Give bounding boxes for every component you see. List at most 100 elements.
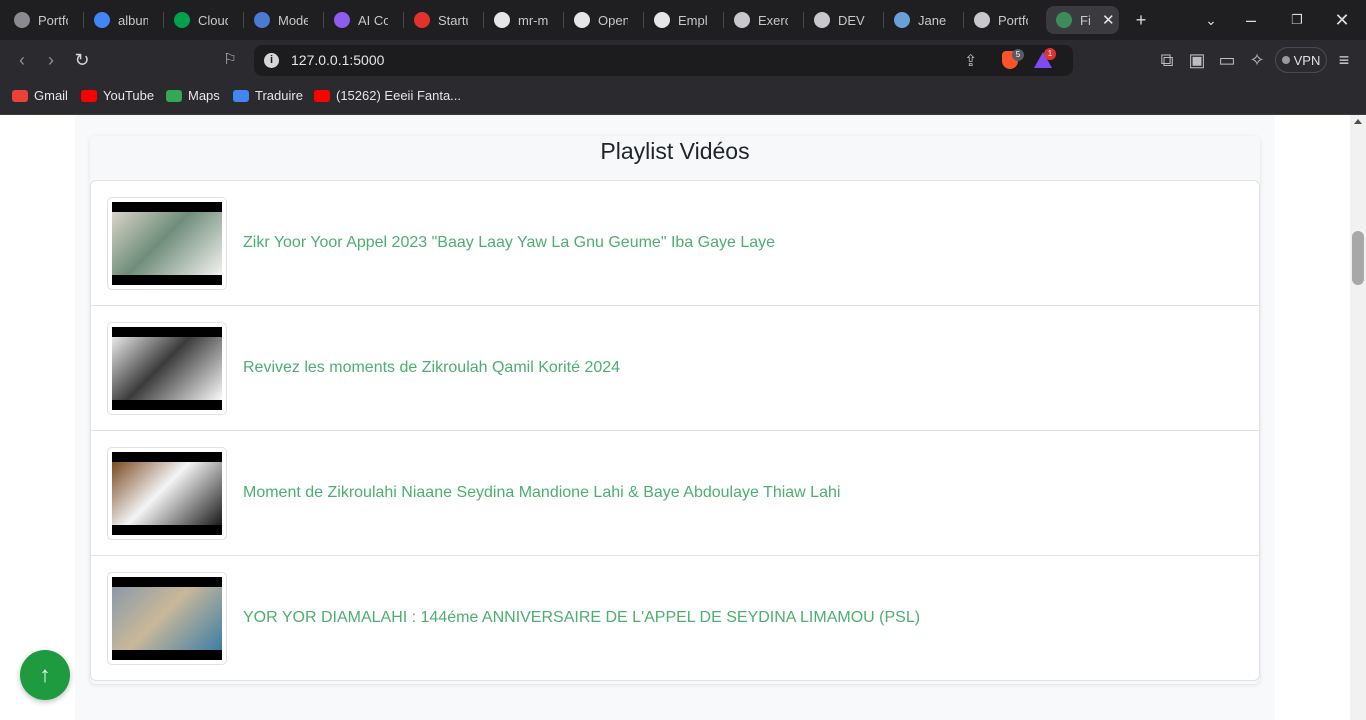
bookmark-item[interactable]: Gmail (12, 88, 68, 103)
video-title-link[interactable]: YOR YOR DIAMALAHI : 144éme ANNIVERSAIRE … (243, 609, 920, 627)
tab-title: Cloud (198, 12, 228, 28)
bookmark-label: YouTube (103, 88, 155, 103)
thumbnail-picture (112, 461, 222, 525)
leo-ai-icon[interactable]: ✧ (1246, 49, 1268, 71)
tab-separator (723, 12, 724, 28)
bookmark-label: Traduire (255, 88, 303, 103)
back-arrow-icon[interactable]: ‹ (11, 49, 33, 71)
bookmark-item[interactable]: Maps (166, 88, 220, 103)
video-thumbnail[interactable] (107, 196, 227, 290)
extensions-icon[interactable]: ⧉ (1156, 49, 1178, 71)
thumbnail-picture (112, 586, 222, 650)
video-thumbnail[interactable] (107, 571, 227, 665)
translate-icon (233, 89, 249, 102)
tab-8[interactable]: Emplo (654, 6, 718, 34)
shield-icon (734, 12, 750, 28)
page-viewport: Playlist Vidéos Zikr Yoor Yoor Appel 202… (0, 115, 1350, 720)
tab-0[interactable]: Portfolio (14, 6, 78, 34)
tab-1[interactable]: album (94, 6, 158, 34)
tab-4[interactable]: AI Co (334, 6, 398, 34)
tab-title: Jane C (918, 12, 948, 28)
bookmark-item[interactable]: YouTube (81, 88, 154, 103)
vpn-label: VPN (1293, 52, 1321, 68)
tab-title: album (118, 12, 148, 28)
video-title-link[interactable]: Zikr Yoor Yoor Appel 2023 "Baay Laay Yaw… (243, 234, 775, 252)
app-icon (1056, 12, 1072, 28)
youtube-icon (314, 89, 330, 102)
tab-6[interactable]: mr-m (494, 6, 558, 34)
forward-arrow-icon[interactable]: › (40, 49, 62, 71)
tab-2[interactable]: Cloud (174, 6, 238, 34)
vpn-button[interactable]: VPN (1275, 47, 1327, 73)
bookmark-item[interactable]: Traduire (233, 88, 303, 103)
back-to-top-button[interactable]: ↑ (20, 650, 70, 700)
close-window-button[interactable]: ✕ (1330, 9, 1354, 31)
page-container: Playlist Vidéos Zikr Yoor Yoor Appel 202… (75, 115, 1275, 720)
share-icon[interactable]: ⇪ (964, 51, 977, 71)
thumbnail-image (112, 451, 222, 535)
rewards-badge: 1 (1044, 48, 1056, 60)
laptop-icon (894, 12, 910, 28)
globe-icon (974, 12, 990, 28)
tab-separator (163, 12, 164, 28)
tab-search-chevron-icon[interactable]: ⌄ (1199, 9, 1223, 31)
shields-badge: 5 (1012, 49, 1024, 61)
video-list-item[interactable]: Zikr Yoor Yoor Appel 2023 "Baay Laay Yaw… (90, 180, 1260, 306)
doc-icon (254, 12, 270, 28)
bookmarks-bar: Gmail YouTube Maps Traduire (15262) Eeeii Fa… (0, 80, 1366, 115)
tab-5[interactable]: Startu (414, 6, 478, 34)
tab-title: Open (598, 12, 628, 28)
tab-10[interactable]: DEV C (814, 6, 878, 34)
thumbnail-image (112, 326, 222, 410)
tab-strip: Portfolio album Cloud Mode AI Co Startu mr-m Op… (0, 0, 1366, 40)
tab-separator (483, 12, 484, 28)
minimize-button[interactable]: – (1239, 9, 1263, 31)
arrow-up-icon: ↑ (39, 662, 51, 687)
thumbnail-picture (112, 211, 222, 275)
bookmark-label: Maps (188, 88, 220, 103)
bookmark-item[interactable]: (15262) Eeeii Fanta... (314, 88, 461, 103)
maps-icon (166, 89, 182, 102)
playlist-card: Playlist Vidéos Zikr Yoor Yoor Appel 202… (90, 136, 1260, 684)
playlist-title: Playlist Vidéos (600, 138, 750, 164)
tab-separator (243, 12, 244, 28)
video-title-link[interactable]: Moment de Zikroulahi Niaane Seydina Mand… (243, 484, 840, 502)
tab-3[interactable]: Mode (254, 6, 318, 34)
video-thumbnail[interactable] (107, 321, 227, 415)
thumbnail-picture (112, 336, 222, 400)
bookmark-label: (15262) Eeeii Fanta... (336, 88, 462, 103)
address-bar[interactable]: i 127.0.0.1:5000 ⇪ 5 1 (254, 45, 1073, 76)
portfolio-icon (14, 12, 30, 28)
tab-title: Startu (438, 12, 468, 28)
menu-icon[interactable]: ≡ (1333, 49, 1355, 71)
tab-7[interactable]: Open (574, 6, 638, 34)
bookmark-icon[interactable]: ⚐ (219, 49, 241, 71)
tab-separator (963, 12, 964, 28)
startup-icon (414, 12, 430, 28)
video-list-item[interactable]: Revivez les moments de Zikroulah Qamil K… (90, 305, 1260, 431)
reload-icon[interactable]: ↻ (71, 49, 93, 71)
tab-13[interactable]: Fi ✕ (1046, 6, 1119, 34)
scroll-thumb[interactable] (1352, 231, 1364, 285)
close-tab-icon[interactable]: ✕ (1102, 11, 1115, 29)
info-icon (654, 12, 670, 28)
gmail-icon (12, 89, 28, 102)
tab-title: Portfolio (38, 12, 68, 28)
scroll-up-arrow-icon[interactable] (1354, 119, 1362, 124)
tab-12[interactable]: Portfo (974, 6, 1038, 34)
video-thumbnail[interactable] (107, 446, 227, 540)
page-scrollbar[interactable] (1350, 115, 1366, 720)
wallet-icon[interactable]: ▭ (1216, 49, 1238, 71)
sidebar-icon[interactable]: ▣ (1186, 49, 1208, 71)
video-list-item[interactable]: Moment de Zikroulahi Niaane Seydina Mand… (90, 430, 1260, 556)
video-list-item[interactable]: YOR YOR DIAMALAHI : 144éme ANNIVERSAIRE … (90, 555, 1260, 681)
tab-title: Mode (278, 12, 308, 28)
new-tab-button[interactable]: + (1129, 9, 1153, 31)
tab-9[interactable]: Exerci (734, 6, 798, 34)
tab-11[interactable]: Jane C (894, 6, 958, 34)
video-title-link[interactable]: Revivez les moments de Zikroulah Qamil K… (243, 359, 620, 377)
site-info-icon[interactable]: i (264, 53, 279, 68)
url-text[interactable]: 127.0.0.1:5000 (291, 52, 384, 68)
tab-separator (83, 12, 84, 28)
restore-button[interactable]: ❐ (1285, 9, 1309, 31)
